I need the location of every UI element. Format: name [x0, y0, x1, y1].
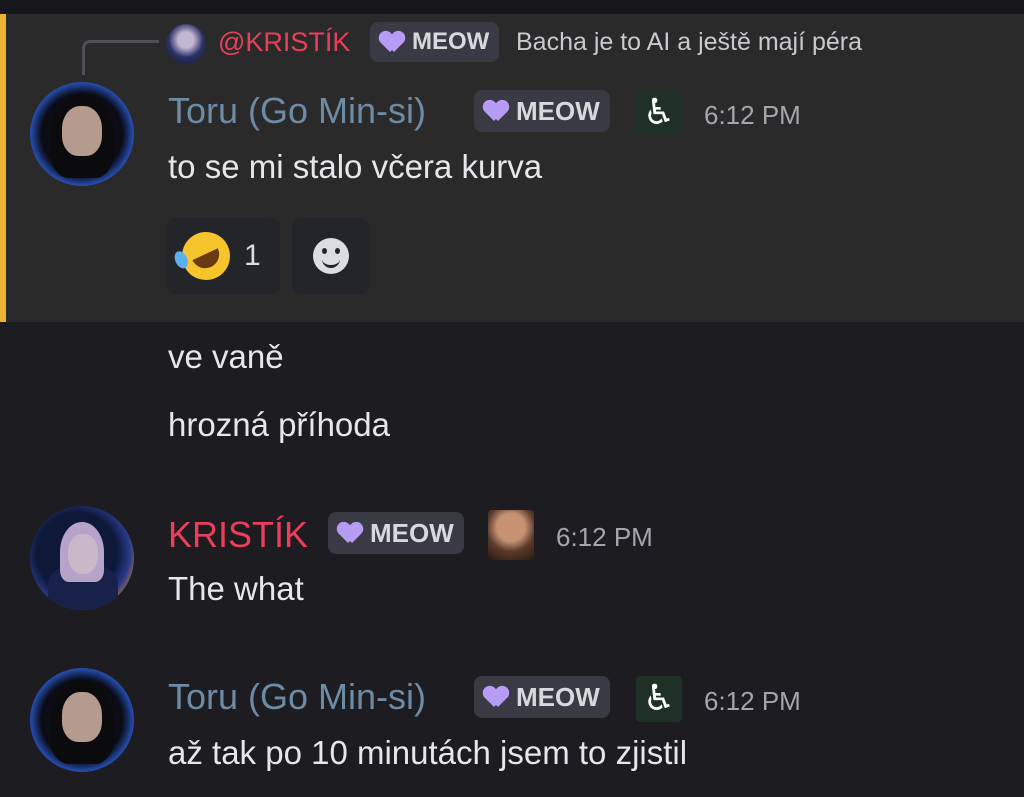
message-text: až tak po 10 minutách jsem to zjistil: [168, 734, 688, 771]
wheelchair-icon[interactable]: ♿: [636, 676, 682, 722]
rolling-laughing-icon: [174, 224, 238, 288]
author-name[interactable]: Toru (Go Min-si): [168, 676, 426, 718]
rock-face-icon[interactable]: [488, 510, 534, 560]
smile-icon: [313, 238, 349, 274]
heart-icon: [484, 101, 508, 121]
role-badge[interactable]: MEOW: [328, 512, 464, 554]
author-name[interactable]: Toru (Go Min-si): [168, 90, 426, 132]
avatar[interactable]: [30, 668, 134, 772]
reply-connector: [82, 40, 159, 75]
reply-avatar[interactable]: [166, 24, 206, 64]
heart-icon: [338, 523, 362, 543]
message-text: hrozná příhoda: [168, 406, 390, 443]
reply-badge-label: MEOW: [412, 28, 490, 55]
heart-icon: [484, 687, 508, 707]
top-strip: [0, 0, 1024, 14]
avatar-face: [62, 106, 102, 156]
timestamp[interactable]: 6:12 PM: [556, 522, 653, 553]
role-badge-label: MEOW: [516, 95, 600, 126]
timestamp[interactable]: 6:12 PM: [704, 100, 801, 131]
avatar[interactable]: [30, 82, 134, 186]
reaction-count: 1: [244, 239, 261, 272]
reply-author[interactable]: @KRISTÍK: [218, 27, 350, 58]
reaction-laugh[interactable]: 1: [166, 218, 280, 294]
role-badge-label: MEOW: [370, 517, 454, 548]
role-badge[interactable]: MEOW: [474, 676, 610, 718]
avatar[interactable]: [30, 506, 134, 610]
wheelchair-icon[interactable]: ♿: [636, 90, 682, 136]
timestamp[interactable]: 6:12 PM: [704, 686, 801, 717]
heart-icon: [380, 32, 404, 52]
role-badge[interactable]: MEOW: [474, 90, 610, 132]
message-text: to se mi stalo včera kurva: [168, 148, 543, 185]
message-text: The what: [168, 570, 304, 607]
reply-text[interactable]: Bacha je to AI a ještě mají péra: [516, 28, 862, 57]
avatar-face: [62, 692, 102, 742]
message-text: ve vaně: [168, 338, 284, 375]
role-badge-label: MEOW: [516, 681, 600, 712]
author-name[interactable]: KRISTÍK: [168, 514, 308, 556]
reply-badge[interactable]: MEOW: [370, 22, 500, 62]
avatar-face: [68, 534, 98, 574]
add-reaction-button[interactable]: [292, 218, 370, 294]
